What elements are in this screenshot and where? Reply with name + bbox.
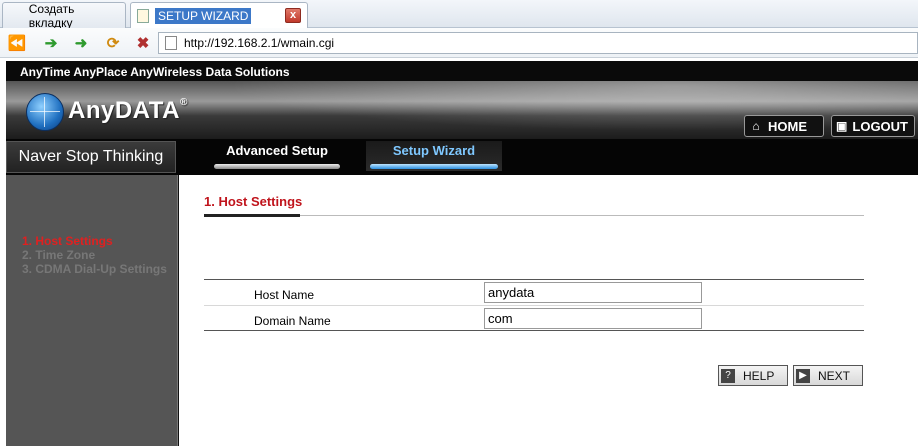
registered-mark: ® (179, 97, 188, 108)
globe-logo-icon (26, 93, 64, 131)
next-label: NEXT (818, 368, 851, 383)
logo-text: AnyDATA (68, 97, 180, 124)
page-icon (165, 36, 177, 50)
section-divider (204, 215, 864, 216)
domain-name-input[interactable] (484, 308, 702, 329)
slogan: Naver Stop Thinking (6, 141, 176, 173)
tagline: AnyTime AnyPlace AnyWireless Data Soluti… (6, 61, 918, 81)
tab-advanced-setup[interactable]: Advanced Setup (210, 141, 344, 171)
tab-underline-active (370, 164, 498, 169)
question-icon: ? (721, 368, 735, 383)
reload-icon[interactable]: ⟳ (102, 33, 124, 53)
sidebar-item-host-settings[interactable]: 1. Host Settings (22, 234, 113, 248)
sidebar: 1. Host Settings 2. Time Zone 3. CDMA Di… (6, 175, 178, 446)
domain-name-label: Domain Name (254, 314, 331, 328)
page-icon (137, 9, 149, 23)
home-icon: ⌂ (752, 119, 760, 133)
tab-label: Setup Wizard (392, 143, 476, 158)
tab-label: Advanced Setup (226, 143, 328, 158)
stop-icon[interactable]: ✖ (132, 33, 154, 53)
menu-bar: Naver Stop Thinking Advanced Setup Setup… (6, 139, 918, 175)
browser-tab-setup-wizard[interactable]: SETUP WIZARD x (130, 2, 308, 29)
section-title: 1. Host Settings (204, 194, 303, 209)
url-text: http://192.168.2.1/wmain.cgi (184, 36, 335, 50)
next-button[interactable]: ▶ NEXT (793, 365, 863, 386)
browser-tab-bar: Создать вкладку SETUP WIZARD x (0, 0, 918, 84)
back-arrow-icon[interactable]: ➔ (40, 33, 62, 53)
help-button[interactable]: ? HELP (718, 365, 788, 386)
router-page: AnyTime AnyPlace AnyWireless Data Soluti… (6, 61, 918, 446)
host-settings-form: Host Name Domain Name (204, 279, 864, 331)
logout-label: LOGOUT (852, 118, 908, 134)
close-icon[interactable]: x (285, 8, 301, 23)
play-icon: ▶ (796, 368, 810, 383)
form-row-host-name: Host Name (204, 280, 864, 305)
host-name-input[interactable] (484, 282, 702, 303)
browser-nav-bar: ⏪ ➔ ➜ ⟳ ✖ http://192.168.2.1/wmain.cgi (0, 28, 918, 58)
browser-tab-new[interactable]: Создать вкладку (2, 1, 126, 84)
tab-underline (214, 164, 340, 169)
host-name-label: Host Name (254, 288, 315, 302)
lock-icon: ▣ (836, 119, 848, 133)
history-back-icon[interactable]: ⏪ (6, 33, 28, 53)
form-row-domain-name: Domain Name (204, 305, 864, 330)
browser-tab-label: Создать вкладку (28, 1, 75, 30)
browser-tab-label: SETUP WIZARD (155, 8, 252, 24)
help-label: HELP (743, 368, 775, 383)
home-label: HOME (768, 118, 807, 134)
sidebar-item-time-zone[interactable]: 2. Time Zone (22, 248, 95, 262)
home-button[interactable]: ⌂ HOME (744, 115, 824, 137)
sidebar-item-cdma-dial-up[interactable]: 3. CDMA Dial-Up Settings (22, 262, 167, 276)
logout-button[interactable]: ▣ LOGOUT (831, 115, 915, 137)
section-divider-accent (204, 214, 300, 217)
main-content: 1. Host Settings Host Name Domain Name ?… (179, 175, 918, 446)
url-bar[interactable]: http://192.168.2.1/wmain.cgi (158, 32, 918, 54)
forward-arrow-icon[interactable]: ➜ (70, 33, 92, 53)
tab-setup-wizard[interactable]: Setup Wizard (366, 141, 502, 171)
header-banner: AnyDATA® ⌂ HOME ▣ LOGOUT (6, 81, 918, 139)
logo: AnyDATA® (68, 97, 188, 125)
